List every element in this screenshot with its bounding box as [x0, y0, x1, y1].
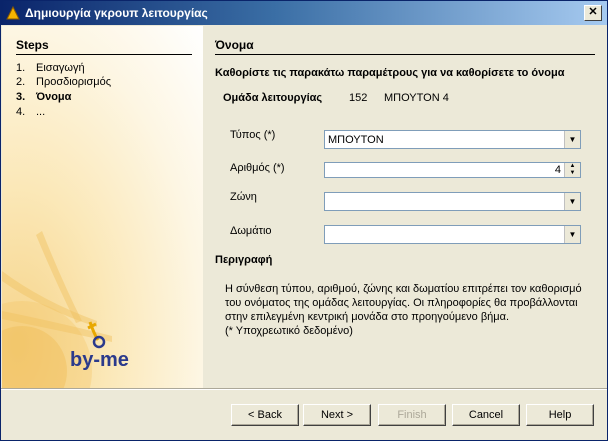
- room-label: Δωμάτιο: [230, 225, 272, 237]
- type-value: ΜΠΟΥΤΟΝ: [328, 134, 384, 146]
- button-bar-divider: [1, 388, 607, 390]
- step-label: Όνομα: [36, 91, 72, 103]
- number-value: 4: [554, 164, 561, 176]
- dropdown-arrow-icon[interactable]: ▼: [564, 193, 580, 210]
- step-label: Προσδιορισμός: [36, 76, 112, 88]
- close-button[interactable]: ✕: [584, 5, 602, 21]
- by-me-logo: by-me: [70, 321, 129, 371]
- step-number: 2.: [16, 76, 26, 88]
- window-title: Δημιουργία γκρουπ λειτουργίας: [25, 6, 208, 20]
- back-button[interactable]: < Back: [231, 404, 299, 426]
- type-label: Τύπος (*): [230, 129, 276, 141]
- zone-select[interactable]: ▼: [324, 192, 581, 211]
- group-number: 152: [349, 92, 368, 104]
- steps-divider: [16, 54, 192, 55]
- title-bar[interactable]: Δημιουργία γκρουπ λειτουργίας ✕: [1, 1, 607, 25]
- description-title: Περιγραφή: [215, 254, 273, 266]
- step-number: 1.: [16, 62, 26, 74]
- group-label: Ομάδα λειτουργίας: [223, 92, 323, 104]
- spinner-buttons: ▲ ▼: [564, 163, 580, 177]
- step-label: Εισαγωγή: [36, 62, 85, 74]
- step-number: 3.: [16, 91, 26, 103]
- spin-up-icon[interactable]: ▲: [565, 163, 580, 170]
- main-content: Όνομα Καθορίστε τις παρακάτω παραμέτρους…: [203, 26, 607, 388]
- cancel-button[interactable]: Cancel: [452, 404, 520, 426]
- step-label: ...: [36, 106, 46, 118]
- step-item-name-current: 3. Όνομα: [16, 91, 71, 103]
- finish-button[interactable]: Finish: [378, 404, 446, 426]
- description-line: στην επιλεγμένη κεντρική μονάδα στο προη…: [225, 311, 510, 323]
- group-name: ΜΠΟΥΤΟΝ 4: [384, 92, 449, 104]
- description-line: (* Υποχρεωτικό δεδομένο): [225, 325, 353, 337]
- room-select[interactable]: ▼: [324, 225, 581, 244]
- dropdown-arrow-icon[interactable]: ▼: [564, 226, 580, 243]
- app-icon: [6, 5, 20, 20]
- title-divider: [215, 54, 595, 55]
- description-line: του ονόματος της ομάδας λειτουργίας. Οι …: [225, 297, 578, 309]
- type-select[interactable]: ΜΠΟΥΤΟΝ ▼: [324, 130, 581, 149]
- description-text: Η σύνθεση τύπου, αριθμού, ζώνης και δωμα…: [225, 282, 600, 338]
- step-item-more: 4....: [16, 106, 45, 118]
- help-button[interactable]: Help: [526, 404, 594, 426]
- steps-title: Steps: [16, 38, 49, 52]
- step-item-definition: 2. Προσδιορισμός: [16, 76, 111, 88]
- number-spinner[interactable]: 4 ▲ ▼: [324, 162, 581, 178]
- dropdown-arrow-icon[interactable]: ▼: [564, 131, 580, 148]
- page-title: Όνομα: [215, 38, 254, 52]
- next-button[interactable]: Next >: [303, 404, 371, 426]
- wizard-dialog: Δημιουργία γκρουπ λειτουργίας ✕ Steps 1.…: [0, 0, 608, 441]
- logo-text: by-me: [70, 349, 129, 371]
- zone-label: Ζώνη: [230, 191, 257, 203]
- spin-down-icon[interactable]: ▼: [565, 170, 580, 177]
- step-number: 4.: [16, 106, 26, 118]
- steps-panel: Steps 1. Εισαγωγή 2. Προσδιορισμός 3. Όνομα…: [2, 26, 203, 388]
- step-item-introduction: 1. Εισαγωγή: [16, 62, 85, 74]
- number-label: Αριθμός (*): [230, 162, 285, 174]
- instruction-text: Καθορίστε τις παρακάτω παραμέτρους για ν…: [215, 67, 565, 79]
- description-line: Η σύνθεση τύπου, αριθμού, ζώνης και δωμα…: [225, 283, 582, 295]
